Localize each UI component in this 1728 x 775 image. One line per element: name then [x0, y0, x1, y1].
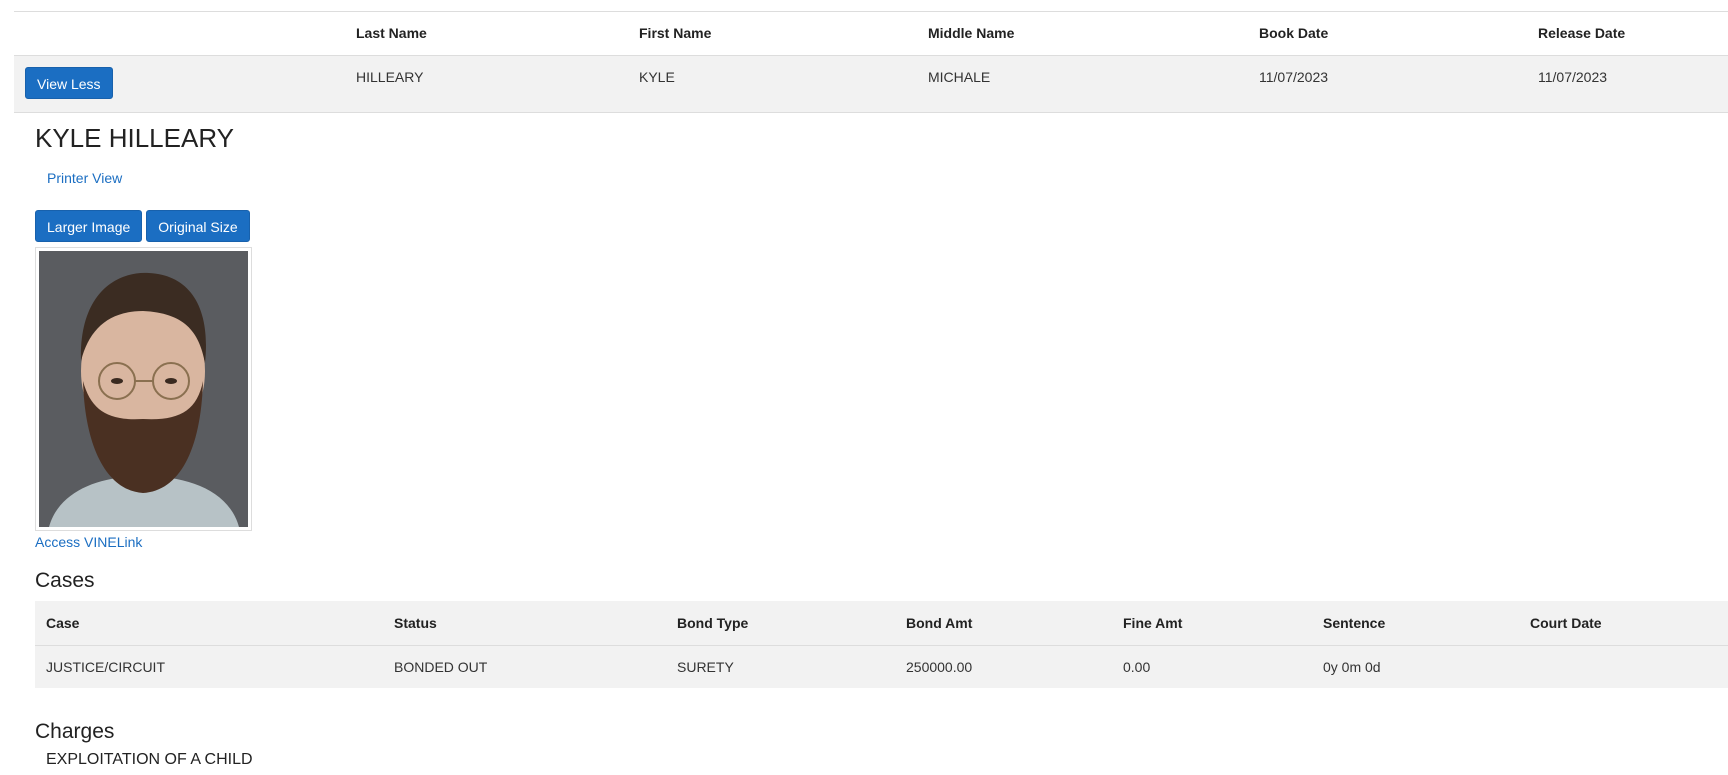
- cases-table-header: Case Status Bond Type Bond Amt Fine Amt …: [35, 601, 1728, 646]
- image-size-buttons: Larger Image Original Size: [35, 210, 250, 242]
- vinelink-link[interactable]: Access VINELink: [35, 534, 142, 550]
- cell-bond-amt: 250000.00: [906, 659, 973, 675]
- cell-book-date: 11/07/2023: [1259, 69, 1329, 85]
- header-book-date: Book Date: [1259, 25, 1329, 41]
- cell-sentence: 0y 0m 0d: [1323, 659, 1381, 675]
- header-fine-amt: Fine Amt: [1123, 615, 1183, 631]
- header-bond-amt: Bond Amt: [906, 615, 973, 631]
- view-less-button[interactable]: View Less: [25, 67, 113, 99]
- larger-image-button[interactable]: Larger Image: [35, 210, 143, 242]
- charge-item: EXPLOITATION OF A CHILD: [46, 751, 253, 768]
- cell-first-name: KYLE: [639, 69, 675, 85]
- inmate-table-row: View Less HILLEARY KYLE MICHALE 11/07/20…: [14, 56, 1728, 113]
- original-size-button[interactable]: Original Size: [146, 210, 250, 242]
- charges-title: Charges: [35, 720, 115, 743]
- cell-release-date: 11/07/2023: [1538, 69, 1608, 85]
- printer-view-link[interactable]: Printer View: [47, 170, 122, 186]
- cell-last-name: HILLEARY: [356, 69, 424, 85]
- header-court-date: Court Date: [1530, 615, 1602, 631]
- header-middle-name: Middle Name: [928, 25, 1015, 41]
- header-bond-type: Bond Type: [677, 615, 749, 631]
- cell-bond-type: SURETY: [677, 659, 734, 675]
- header-sentence: Sentence: [1323, 615, 1386, 631]
- cases-table: Case Status Bond Type Bond Amt Fine Amt …: [35, 601, 1728, 688]
- cell-middle-name: MICHALE: [928, 69, 991, 85]
- header-case: Case: [46, 615, 80, 631]
- table-row: JUSTICE/CIRCUIT BONDED OUT SURETY 250000…: [35, 646, 1728, 688]
- header-last-name: Last Name: [356, 25, 427, 41]
- booking-photo-image: [39, 251, 248, 527]
- header-release-date: Release Date: [1538, 25, 1626, 41]
- booking-photo[interactable]: [39, 251, 248, 527]
- cell-case: JUSTICE/CIRCUIT: [46, 659, 165, 675]
- cases-title: Cases: [35, 569, 95, 592]
- booking-photo-frame: [35, 247, 252, 531]
- header-first-name: First Name: [639, 25, 712, 41]
- inmate-name-title: KYLE HILLEARY: [35, 123, 234, 153]
- inmate-table-header: Last Name First Name Middle Name Book Da…: [14, 12, 1728, 56]
- cell-fine-amt: 0.00: [1123, 659, 1151, 675]
- cell-status: BONDED OUT: [394, 659, 488, 675]
- inmate-table: Last Name First Name Middle Name Book Da…: [14, 12, 1728, 113]
- header-status: Status: [394, 615, 437, 631]
